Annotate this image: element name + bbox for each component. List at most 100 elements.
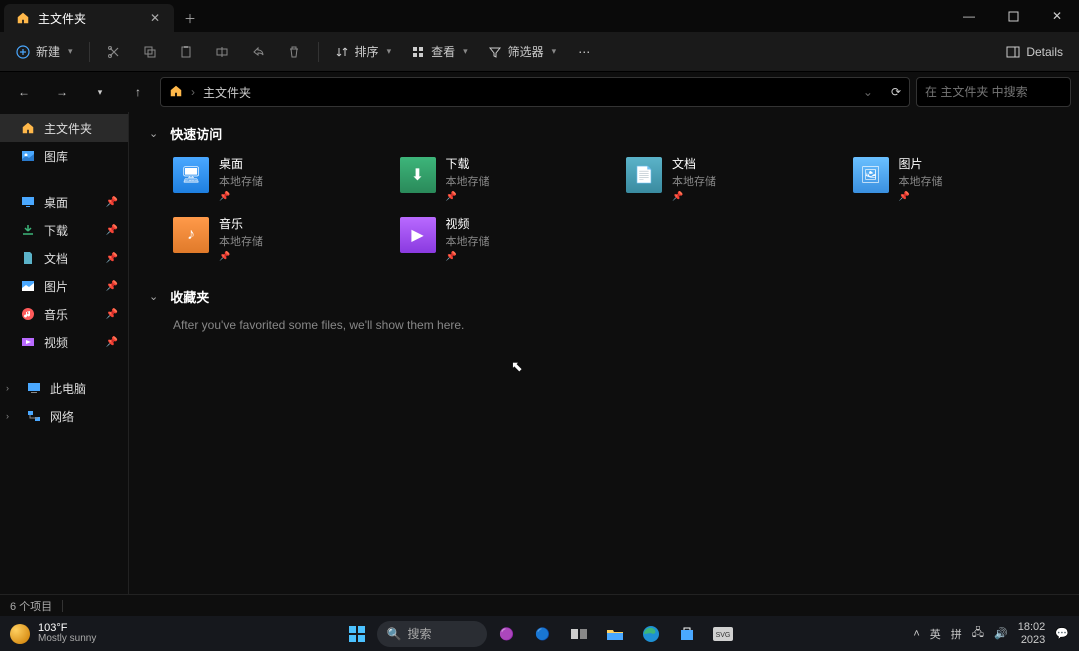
chevron-right-icon[interactable]: ›	[6, 411, 18, 421]
home-icon	[169, 84, 183, 101]
rename-button[interactable]	[206, 36, 238, 68]
quick-item-pictures[interactable]: 🖼 图片本地存储📌	[853, 155, 1060, 203]
network-icon	[26, 408, 42, 424]
chevron-down-icon[interactable]: ⌄	[149, 290, 158, 303]
taskbar: 103°F Mostly sunny 🔍搜索 🟣 🔵 SVG ˄ 英 拼 🖧 🔊…	[0, 616, 1079, 651]
favorites-empty-text: After you've favorited some files, we'll…	[173, 318, 1059, 332]
up-button[interactable]: ↑	[122, 76, 154, 108]
section-favorites[interactable]: ⌄ 收藏夹	[149, 287, 1059, 306]
refresh-button[interactable]: ⟳	[891, 85, 901, 99]
tab-close-icon[interactable]: ✕	[148, 11, 162, 25]
pin-icon: 📌	[106, 225, 118, 236]
tab-title: 主文件夹	[38, 10, 140, 27]
delete-button[interactable]	[278, 36, 310, 68]
sidebar-item-home[interactable]: 主文件夹	[0, 114, 128, 142]
quick-item-music[interactable]: ♪ 音乐本地存储📌	[173, 215, 380, 263]
pin-icon: 📌	[672, 191, 716, 202]
ime-mode[interactable]: 拼	[951, 626, 962, 642]
chevron-right-icon[interactable]: ›	[6, 383, 18, 393]
share-button[interactable]	[242, 36, 274, 68]
pin-icon: 📌	[899, 191, 943, 202]
address-bar[interactable]: › 主文件夹 ⌄ ⟳	[160, 77, 910, 107]
status-bar: 6 个项目	[0, 594, 1079, 616]
sidebar-item-pictures[interactable]: 图片📌	[0, 272, 128, 300]
taskbar-clock[interactable]: 18:02 2023	[1018, 621, 1046, 645]
maximize-button[interactable]	[991, 0, 1035, 32]
folder-icon: 📄	[626, 157, 662, 193]
item-count: 6 个项目	[10, 598, 52, 614]
document-icon	[20, 250, 36, 266]
svg-text:SVG: SVG	[715, 632, 730, 639]
view-button[interactable]: 查看▾	[403, 36, 476, 68]
sidebar-item-downloads[interactable]: 下载📌	[0, 216, 128, 244]
window-tab[interactable]: 主文件夹 ✕	[4, 4, 174, 32]
folder-icon: ▶	[400, 217, 436, 253]
sidebar-item-documents[interactable]: 文档📌	[0, 244, 128, 272]
start-button[interactable]	[341, 620, 373, 648]
taskbar-copilot[interactable]: 🟣	[491, 620, 523, 648]
new-tab-button[interactable]: ＋	[174, 4, 206, 32]
computer-icon	[26, 380, 42, 396]
taskbar-weather[interactable]: 103°F Mostly sunny	[0, 623, 106, 644]
sidebar-item-music[interactable]: 音乐📌	[0, 300, 128, 328]
close-button[interactable]: ✕	[1035, 0, 1079, 32]
chevron-down-icon[interactable]: ⌄	[149, 127, 158, 140]
search-input[interactable]	[925, 85, 1079, 99]
notifications-icon[interactable]: 💬	[1055, 627, 1069, 640]
forward-button[interactable]: →	[46, 76, 78, 108]
taskbar-app[interactable]: SVG	[707, 620, 739, 648]
folder-icon: ⬇	[400, 157, 436, 193]
taskbar-widgets[interactable]: 🔵	[527, 620, 559, 648]
chevron-right-icon: ›	[191, 85, 195, 99]
filter-button[interactable]: 筛选器▾	[480, 36, 565, 68]
volume-icon[interactable]: 🔊	[994, 627, 1008, 640]
cut-button[interactable]	[98, 36, 130, 68]
pin-icon: 📌	[106, 281, 118, 292]
gallery-icon	[20, 148, 36, 164]
sidebar-item-videos[interactable]: 视频📌	[0, 328, 128, 356]
sidebar-item-thispc[interactable]: › 此电脑	[0, 374, 128, 402]
download-icon	[20, 222, 36, 238]
section-quick-access[interactable]: ⌄ 快速访问	[149, 124, 1059, 143]
pin-icon: 📌	[106, 337, 118, 348]
navigation-bar: ← → ▾ ↑ › 主文件夹 ⌄ ⟳ 🔍	[0, 72, 1079, 112]
taskbar-edge[interactable]	[635, 620, 667, 648]
sidebar-item-desktop[interactable]: 桌面📌	[0, 188, 128, 216]
pin-icon: 📌	[106, 309, 118, 320]
video-icon	[20, 334, 36, 350]
taskbar-taskview[interactable]	[563, 620, 595, 648]
weather-icon	[10, 624, 30, 644]
paste-button[interactable]	[170, 36, 202, 68]
taskbar-explorer[interactable]	[599, 620, 631, 648]
minimize-button[interactable]: ―	[947, 0, 991, 32]
taskbar-store[interactable]	[671, 620, 703, 648]
home-icon	[20, 120, 36, 136]
copy-button[interactable]	[134, 36, 166, 68]
pin-icon: 📌	[446, 251, 490, 262]
desktop-icon	[20, 194, 36, 210]
breadcrumb[interactable]: 主文件夹	[203, 84, 251, 101]
tray-overflow-icon[interactable]: ˄	[913, 628, 919, 640]
taskbar-search[interactable]: 🔍搜索	[377, 621, 487, 647]
recent-button[interactable]: ▾	[84, 76, 116, 108]
quick-item-downloads[interactable]: ⬇ 下载本地存储📌	[400, 155, 607, 203]
details-pane-button[interactable]: Details	[998, 36, 1071, 68]
search-box[interactable]: 🔍	[916, 77, 1071, 107]
folder-icon: ♪	[173, 217, 209, 253]
sort-button[interactable]: 排序▾	[327, 36, 400, 68]
new-button[interactable]: 新建▾	[8, 36, 81, 68]
pin-icon: 📌	[219, 191, 263, 202]
network-icon[interactable]: 🖧	[972, 624, 984, 643]
quick-item-documents[interactable]: 📄 文档本地存储📌	[626, 155, 833, 203]
chevron-down-icon[interactable]: ⌄	[863, 85, 873, 99]
ime-lang[interactable]: 英	[930, 626, 941, 642]
more-button[interactable]: ⋯	[568, 36, 600, 68]
quick-item-desktop[interactable]: 🖥 桌面本地存储📌	[173, 155, 380, 203]
quick-item-videos[interactable]: ▶ 视频本地存储📌	[400, 215, 607, 263]
title-bar: 主文件夹 ✕ ＋ ― ✕	[0, 0, 1079, 32]
sidebar-item-network[interactable]: › 网络	[0, 402, 128, 430]
sidebar-item-gallery[interactable]: 图库	[0, 142, 128, 170]
back-button[interactable]: ←	[8, 76, 40, 108]
search-icon: 🔍	[387, 627, 402, 641]
pin-icon: 📌	[446, 191, 490, 202]
